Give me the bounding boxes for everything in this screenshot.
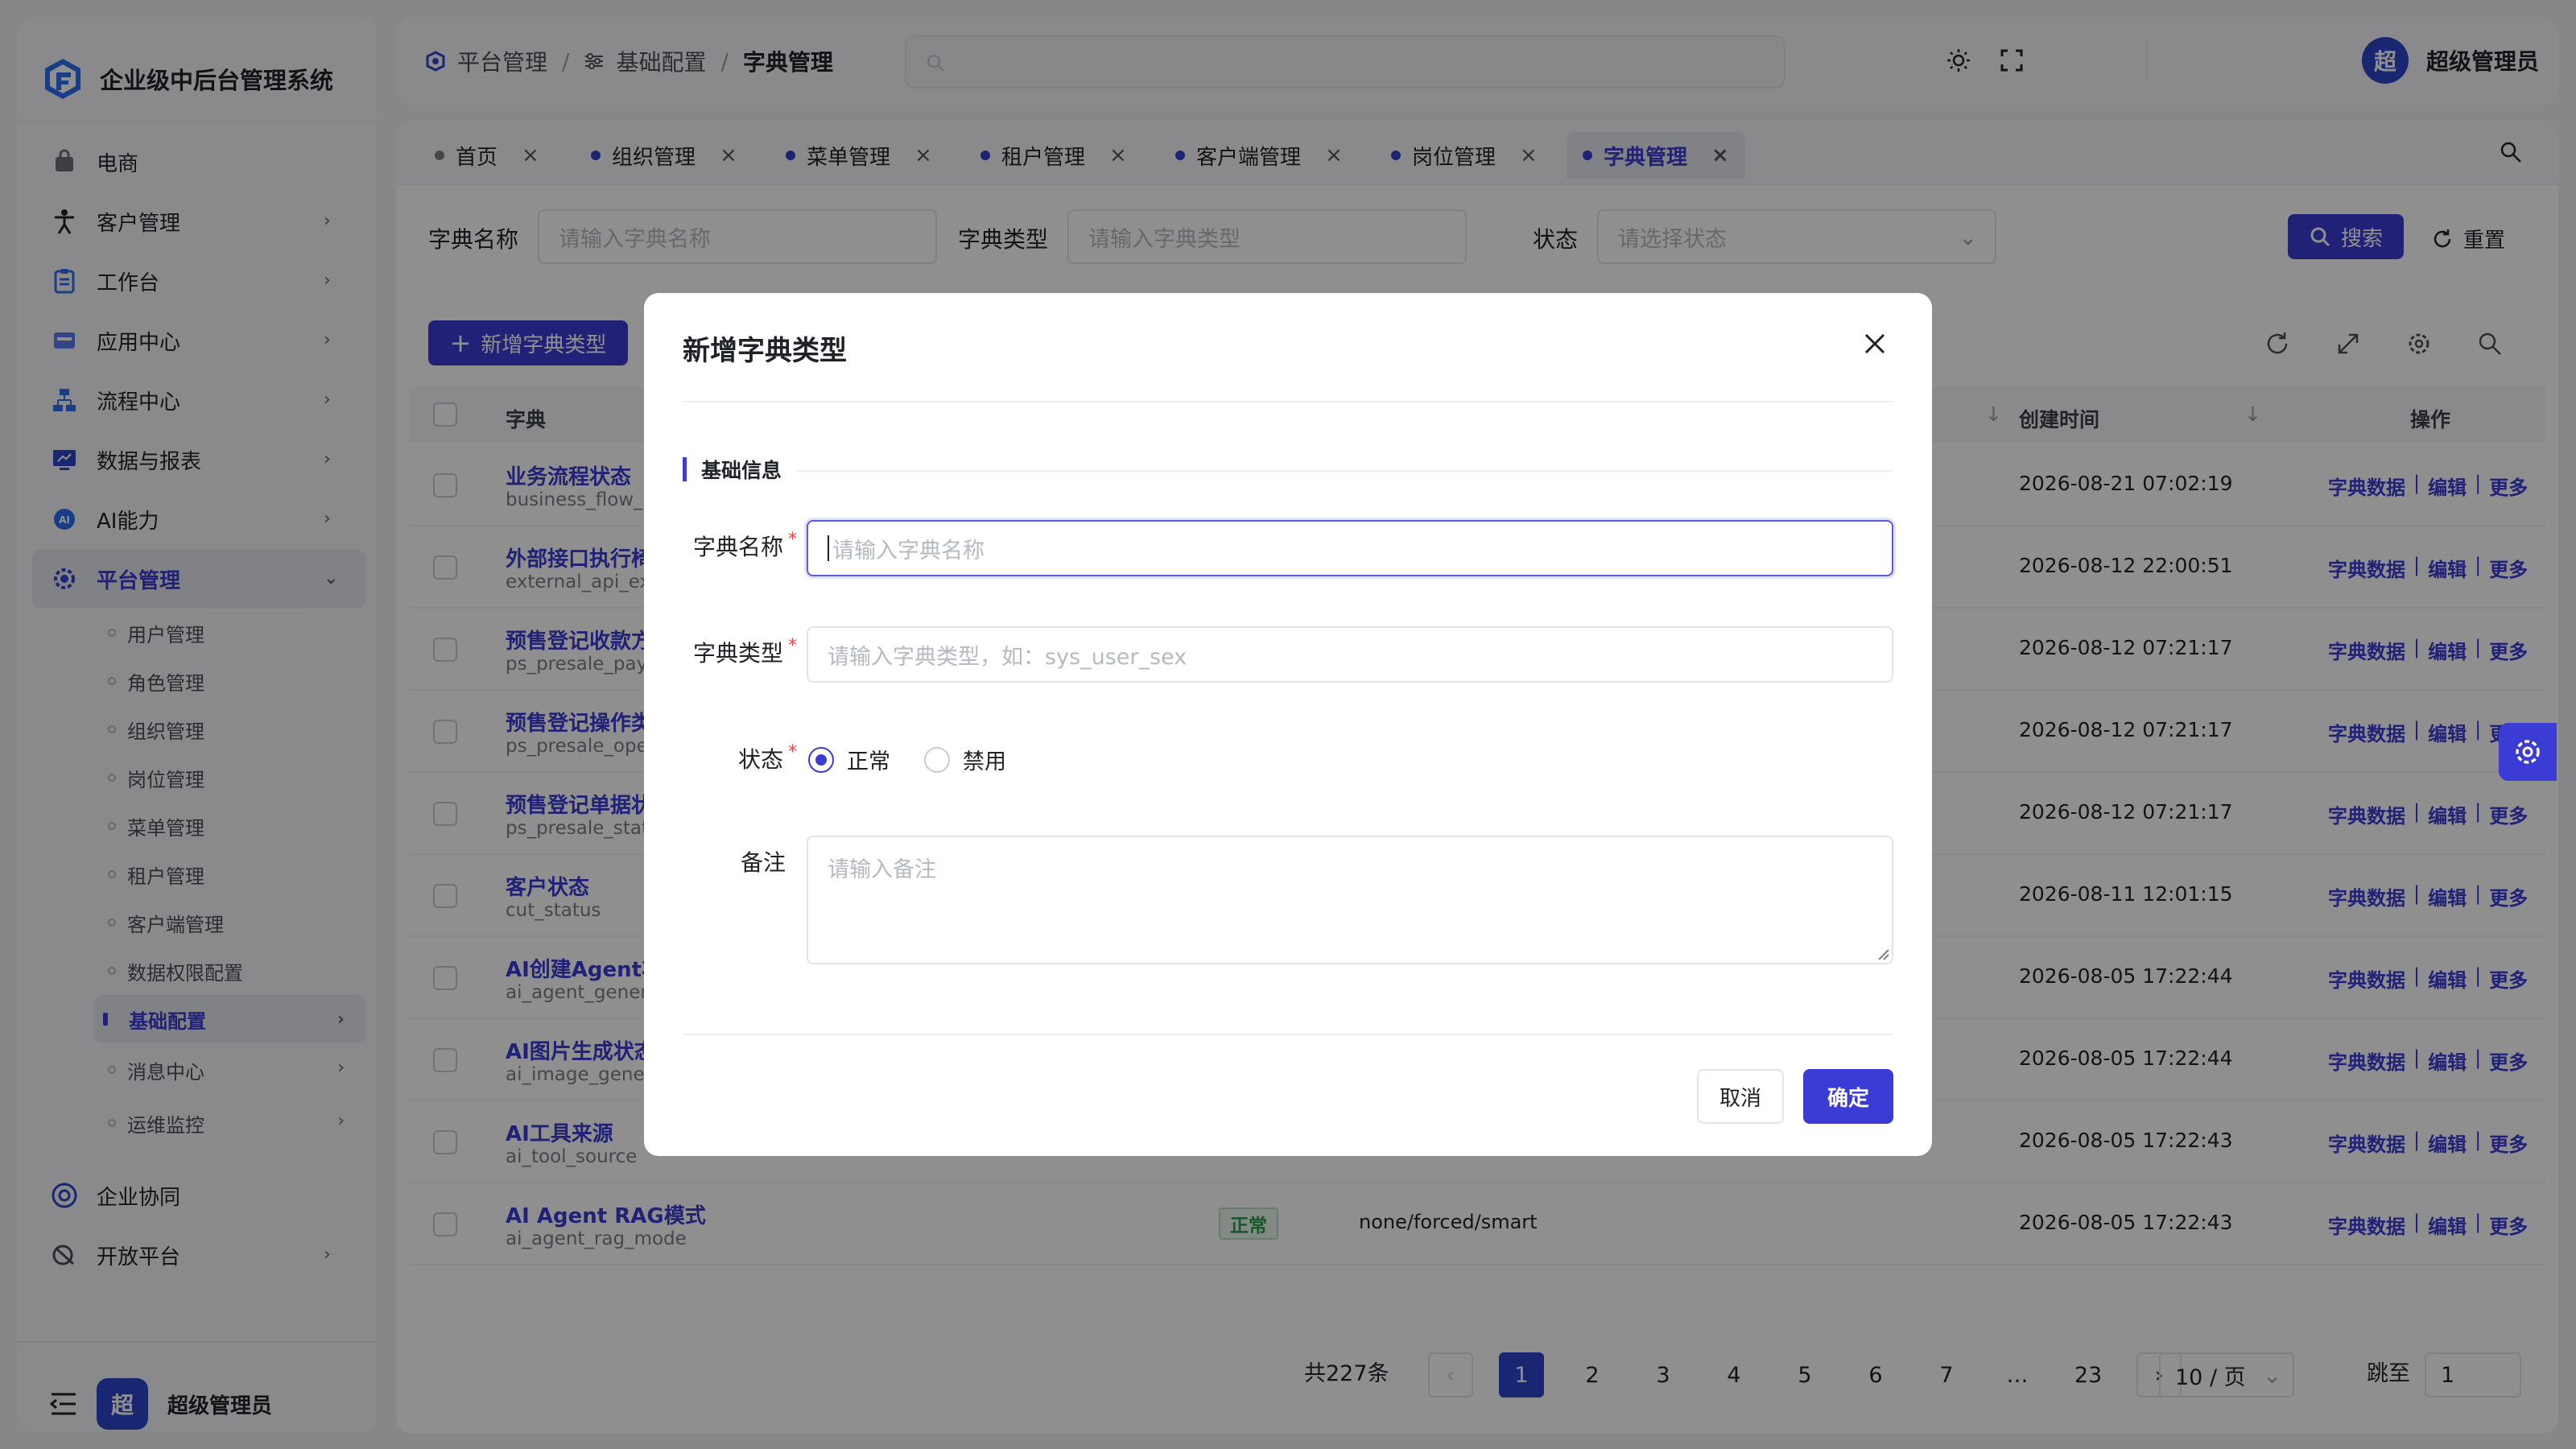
required-mark: * xyxy=(788,636,797,656)
status-radio-disabled[interactable]: 禁用 xyxy=(924,744,1006,775)
section-marker xyxy=(683,457,687,481)
modal-header-divider xyxy=(683,401,1893,402)
required-mark: * xyxy=(788,742,797,762)
radio-label: 禁用 xyxy=(963,749,1006,774)
label-text: 字典类型 xyxy=(692,640,783,667)
status-radio-normal[interactable]: 正常 xyxy=(808,744,890,775)
dict-name-input[interactable]: 请输入字典名称 xyxy=(807,520,1893,576)
confirm-button[interactable]: 确定 xyxy=(1803,1069,1893,1124)
name-label: 字典名称 * xyxy=(644,530,797,562)
close-icon[interactable] xyxy=(1863,332,1887,356)
dict-type-input[interactable]: 请输入字典类型，如：sys_user_sex xyxy=(807,626,1893,683)
section-title: 基础信息 xyxy=(683,457,782,482)
modal-footer-divider xyxy=(683,1034,1893,1035)
modal-title: 新增字典类型 xyxy=(683,335,847,367)
settings-float-button[interactable] xyxy=(2499,723,2557,781)
required-mark: * xyxy=(788,530,797,550)
type-label: 字典类型 * xyxy=(644,636,797,668)
section-divider xyxy=(797,470,1893,472)
status-label: 状态 * xyxy=(644,742,797,774)
placeholder: 请输入字典名称 xyxy=(832,538,985,564)
radio-unchecked-icon xyxy=(924,746,950,773)
label-text: 字典名称 xyxy=(692,534,783,560)
radio-label: 正常 xyxy=(847,749,890,774)
radio-checked-icon xyxy=(808,746,834,773)
remark-label: 备注 xyxy=(740,849,786,876)
add-dict-type-modal: 新增字典类型 基础信息 字典名称 * 请输入字典名称 字典类型 * 请输入字典类型，… xyxy=(644,293,1932,1156)
gear-icon xyxy=(2516,740,2540,764)
resize-handle-icon[interactable] xyxy=(1876,947,1890,961)
cancel-button[interactable]: 取消 xyxy=(1697,1069,1784,1124)
label-text: 状态 xyxy=(737,746,783,773)
text-caret xyxy=(828,535,829,561)
remark-textarea[interactable]: 请输入备注 xyxy=(807,836,1893,964)
section-label: 基础信息 xyxy=(701,459,782,482)
